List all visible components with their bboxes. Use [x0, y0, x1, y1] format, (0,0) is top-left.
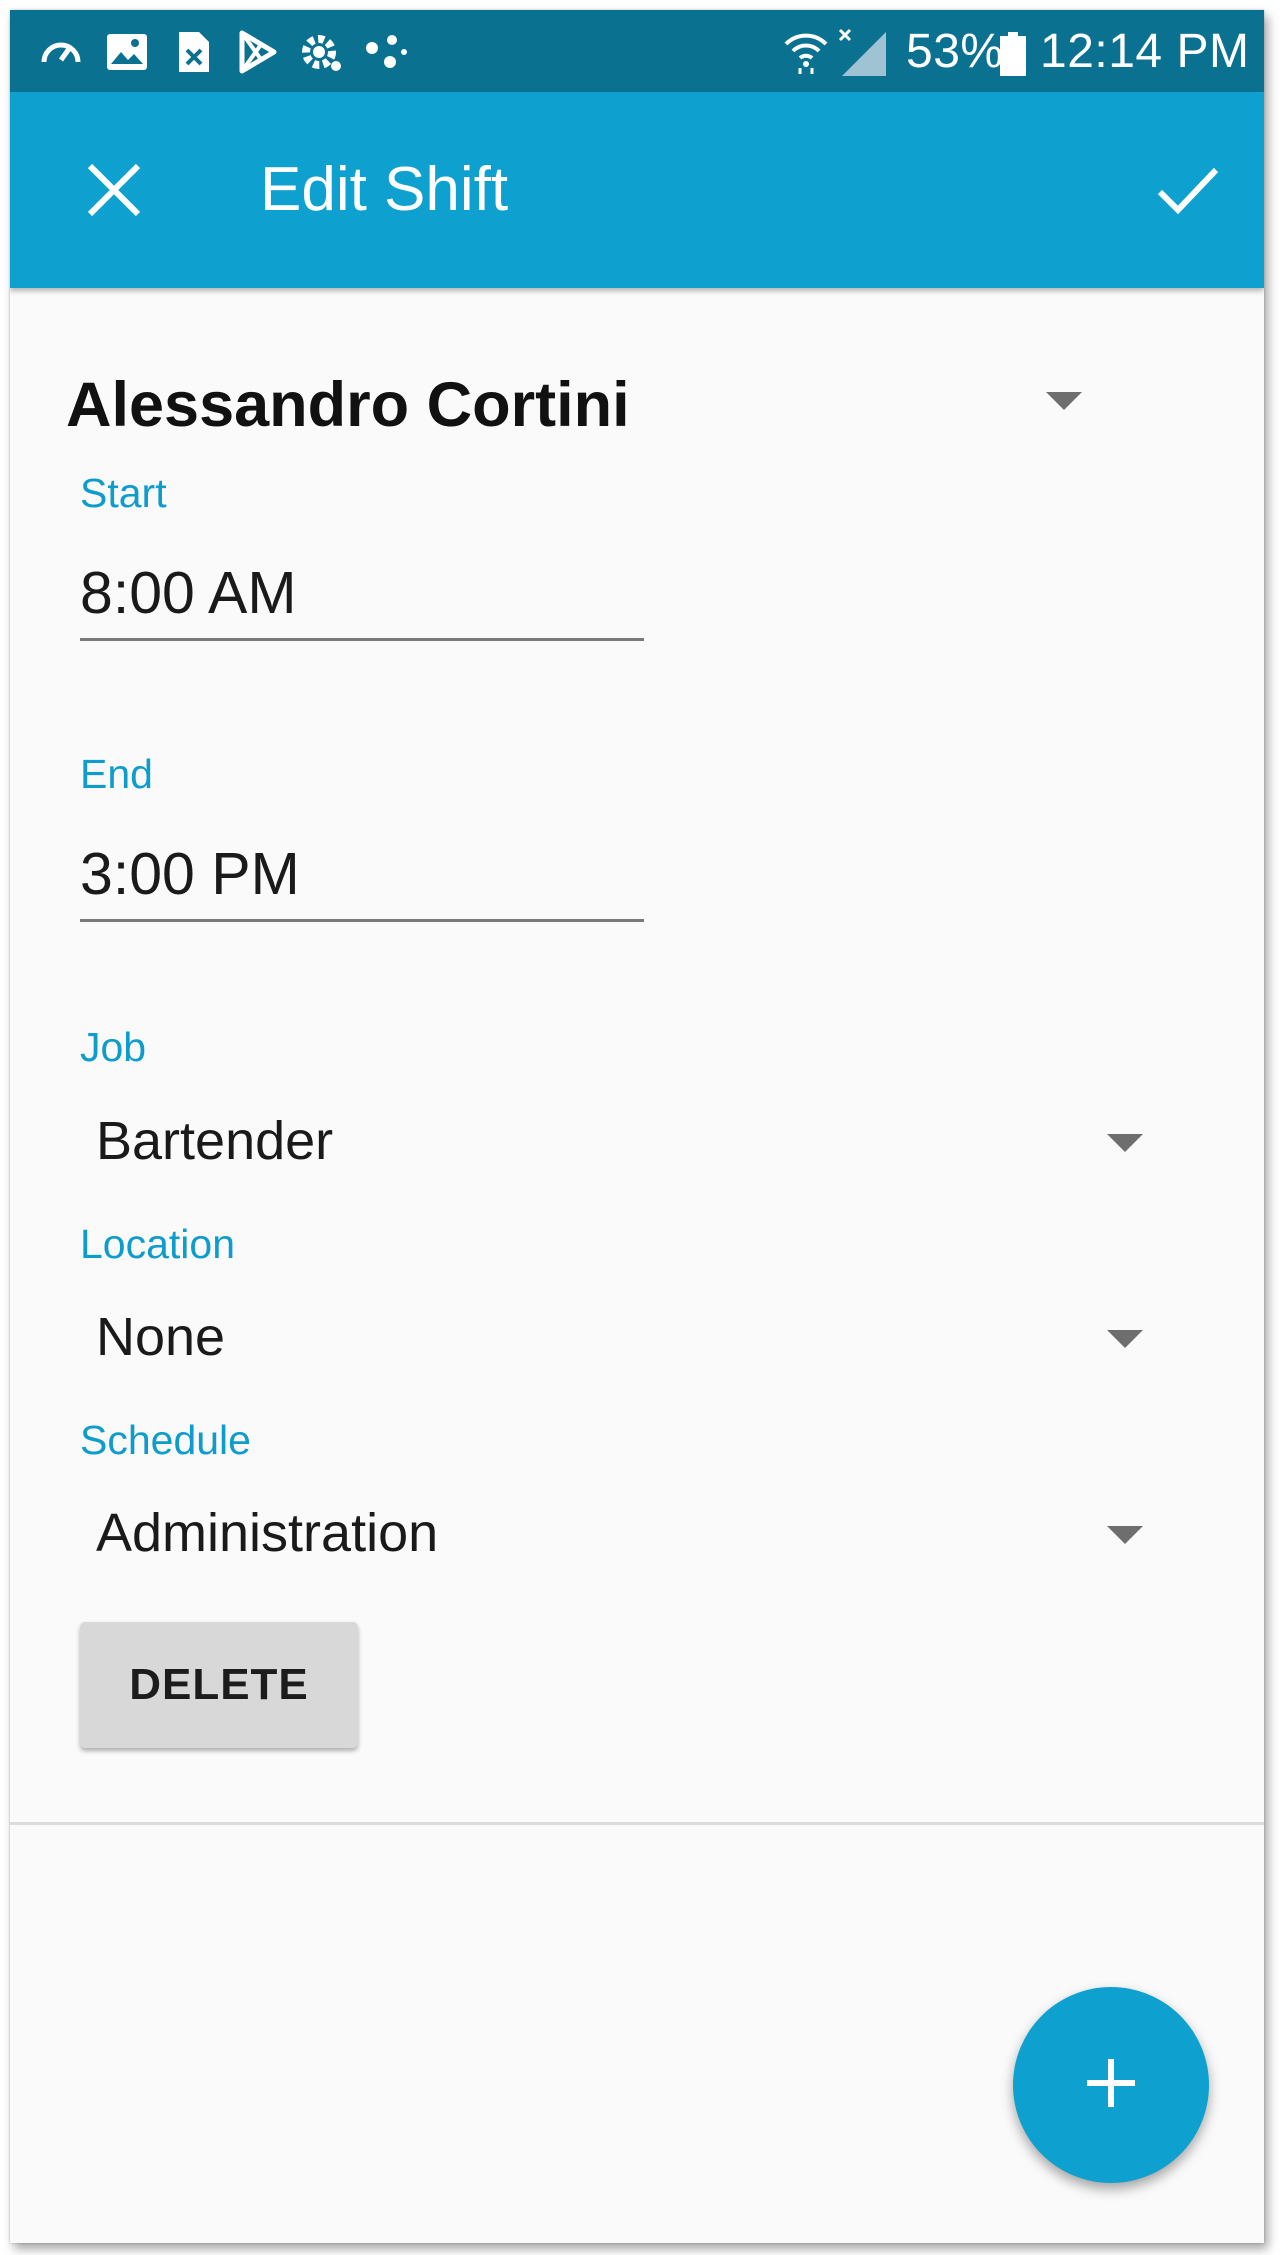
status-bar: 53% 12:14 PM: [10, 10, 1264, 92]
location-label: Location: [80, 1221, 236, 1267]
close-button[interactable]: [66, 144, 162, 240]
schedule-select[interactable]: Administration: [80, 1484, 1160, 1584]
end-time-field[interactable]: 3:00 PM: [80, 829, 644, 922]
save-button[interactable]: [1140, 144, 1236, 240]
end-time-value: 3:00 PM: [80, 841, 300, 907]
check-icon: [1156, 164, 1220, 221]
job-label: Job: [80, 1024, 147, 1070]
speedometer-icon: [38, 30, 84, 74]
add-shift-button[interactable]: [1013, 1987, 1209, 2183]
close-icon: [86, 162, 142, 223]
image-icon: [104, 30, 150, 74]
chevron-down-icon: [1107, 1330, 1143, 1348]
employee-selector[interactable]: Alessandro Cortini: [10, 350, 1130, 450]
end-label: End: [80, 751, 153, 797]
battery-icon: [998, 32, 1028, 76]
clock-text: 12:14 PM: [1040, 24, 1250, 78]
schedule-value: Administration: [96, 1503, 439, 1563]
chevron-down-icon: [1107, 1526, 1143, 1544]
location-value: None: [96, 1307, 226, 1367]
start-time-value: 8:00 AM: [80, 560, 297, 626]
divider: [10, 1822, 1264, 1825]
wifi-icon: [782, 28, 830, 76]
employee-name: Alessandro Cortini: [66, 370, 630, 440]
play-store-icon: [234, 30, 280, 74]
phone-screen: 53% 12:14 PM Edit Shift Alessandro Corti…: [10, 10, 1264, 2243]
settings-gear-icon: [298, 30, 344, 74]
page-title: Edit Shift: [260, 155, 509, 224]
dots-icon: [362, 30, 408, 74]
battery-percent-text: 53%: [906, 24, 1004, 78]
location-select[interactable]: None: [80, 1288, 1160, 1388]
schedule-label: Schedule: [80, 1417, 251, 1463]
chevron-down-icon: [1107, 1134, 1143, 1152]
battery-percent: 53%: [906, 10, 1004, 92]
start-time-field[interactable]: 8:00 AM: [80, 548, 644, 641]
file-x-icon: [170, 30, 216, 74]
start-label: Start: [80, 470, 167, 516]
delete-button[interactable]: DELETE: [80, 1622, 358, 1748]
clock: 12:14 PM: [1040, 10, 1249, 92]
signal-icon: [836, 28, 890, 78]
plus-icon: [1083, 2055, 1139, 2116]
app-bar: Edit Shift: [10, 92, 1264, 288]
chevron-down-icon: [1046, 392, 1082, 410]
job-value: Bartender: [96, 1111, 334, 1171]
job-select[interactable]: Bartender: [80, 1092, 1160, 1192]
